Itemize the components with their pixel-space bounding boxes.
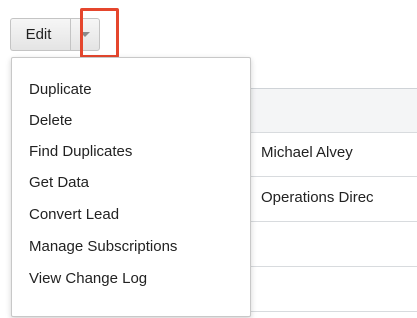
menu-item-duplicate[interactable]: Duplicate bbox=[29, 80, 92, 100]
menu-item-get-data[interactable]: Get Data bbox=[29, 173, 89, 193]
record-row-name: Michael Alvey bbox=[236, 132, 417, 177]
record-row-title: Operations Direc bbox=[236, 177, 417, 222]
record-row-empty bbox=[236, 222, 417, 267]
record-header bbox=[236, 88, 417, 133]
menu-item-manage-subscriptions[interactable]: Manage Subscriptions bbox=[29, 237, 177, 257]
record-row-empty bbox=[236, 267, 417, 312]
menu-item-find-duplicates[interactable]: Find Duplicates bbox=[29, 142, 132, 162]
actions-dropdown-menu: Duplicate Delete Find Duplicates Get Dat… bbox=[11, 57, 251, 317]
menu-item-convert-lead[interactable]: Convert Lead bbox=[29, 205, 119, 225]
menu-item-delete[interactable]: Delete bbox=[29, 111, 72, 131]
edit-button[interactable]: Edit bbox=[10, 18, 70, 51]
record-title-value: Operations Direc bbox=[261, 189, 374, 206]
record-name-value: Michael Alvey bbox=[261, 144, 353, 161]
menu-item-view-change-log[interactable]: View Change Log bbox=[29, 269, 147, 289]
record-panel: Michael Alvey Operations Direc bbox=[236, 88, 417, 318]
actions-dropdown-toggle[interactable] bbox=[70, 18, 100, 51]
chevron-down-icon bbox=[80, 31, 90, 37]
